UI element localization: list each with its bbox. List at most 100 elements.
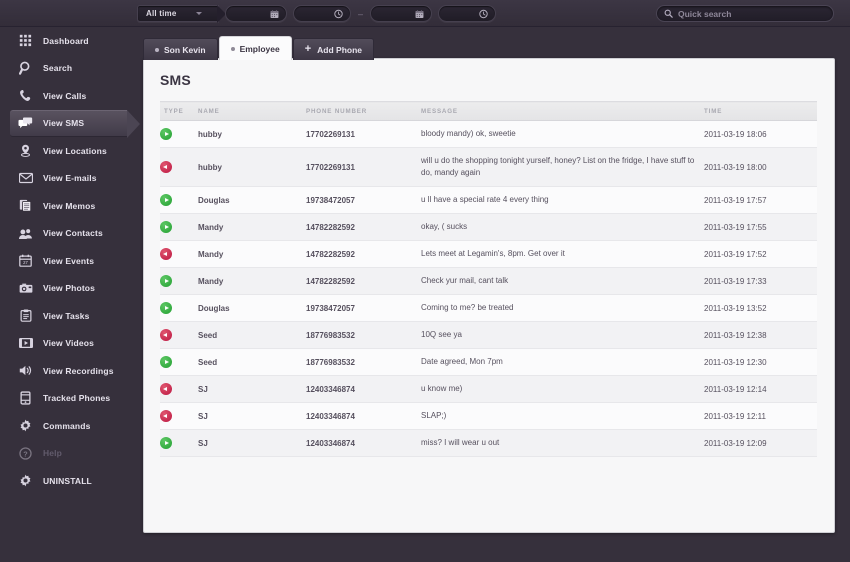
table-row[interactable]: hubby 17702269131 bloody mandy) ok, sweeti… — [160, 120, 817, 148]
time-from-input[interactable] — [293, 5, 351, 22]
cell-phone: 14782282592 — [306, 240, 421, 268]
cell-phone: 14782282592 — [306, 213, 421, 241]
people-icon — [18, 226, 33, 241]
cell-type — [160, 240, 198, 268]
sidebar-item-view-photos[interactable]: View Photos — [0, 275, 137, 303]
cell-type — [160, 402, 198, 430]
table-row[interactable]: Mandy 14782282592 Lets meet at Legamin's, … — [160, 240, 817, 268]
arrow-incoming-icon — [160, 302, 172, 314]
cell-type — [160, 147, 198, 187]
column-header-time[interactable]: TIME — [704, 101, 817, 121]
cell-name: Douglas — [198, 186, 306, 214]
quick-search-box[interactable]: Quick search — [656, 5, 834, 22]
sidebar-item-view-videos[interactable]: View Videos — [0, 330, 137, 358]
period-select-label: All time — [146, 9, 177, 18]
sidebar-item-label: Commands — [43, 420, 91, 431]
device-status-dot — [230, 46, 235, 51]
table-row[interactable]: SJ 12403346874 SLAP;) 2011-03-19 12:11 — [160, 402, 817, 430]
clock-icon — [479, 9, 488, 18]
sidebar-item-label: View SMS — [43, 118, 85, 129]
sidebar-item-view-locations[interactable]: View Locations — [0, 137, 137, 165]
page-title: SMS — [160, 72, 191, 88]
sidebar-item-label: Tracked Phones — [43, 393, 111, 404]
time-to-input[interactable] — [438, 5, 497, 22]
sidebar-item-tracked-phones[interactable]: Tracked Phones — [0, 385, 137, 413]
sidebar-item-view-calls[interactable]: View Calls — [0, 82, 137, 110]
sidebar-item-label: Help — [43, 448, 63, 459]
sidebar-item-label: Search — [43, 63, 73, 74]
sidebar-item-view-recordings[interactable]: View Recordings — [0, 357, 137, 385]
sidebar-item-view-contacts[interactable]: View Contacts — [0, 220, 137, 248]
cell-message: Coming to me? be treated — [421, 294, 704, 322]
sidebar-item-label: View E-mails — [43, 173, 97, 184]
arrow-outgoing-icon — [160, 383, 172, 395]
cell-time: 2011-03-19 12:11 — [704, 402, 817, 430]
table-row[interactable]: SJ 12403346874 miss? I will wear u out 2011… — [160, 429, 817, 457]
clipboard-icon — [18, 308, 33, 323]
cell-time: 2011-03-19 17:57 — [704, 186, 817, 214]
tab-add-phone[interactable]: + Add Phone — [292, 38, 375, 60]
film-icon — [18, 336, 33, 351]
arrow-outgoing-icon — [160, 410, 172, 422]
cell-time: 2011-03-19 12:30 — [704, 348, 817, 376]
sidebar-item-label: UNINSTALL — [43, 475, 92, 486]
sidebar-item-dashboard[interactable]: Dashboard — [0, 27, 137, 55]
tab-son-kevin[interactable]: Son Kevin — [143, 38, 218, 60]
plus-icon: + — [304, 43, 312, 55]
sidebar-item-help[interactable]: ? Help — [0, 440, 137, 468]
sidebar-item-view-events[interactable]: 27 View Events — [0, 247, 137, 275]
arrow-incoming-icon — [160, 128, 172, 140]
map-pin-icon — [18, 143, 33, 158]
speaker-icon — [18, 363, 33, 378]
quick-search-placeholder: Quick search — [678, 8, 732, 19]
chevron-down-icon — [196, 12, 202, 15]
date-to-input[interactable] — [370, 5, 433, 22]
cell-type — [160, 375, 198, 403]
cell-phone: 12403346874 — [306, 429, 421, 457]
cell-type — [160, 120, 198, 148]
sidebar-item-view-tasks[interactable]: View Tasks — [0, 302, 137, 330]
column-header-message[interactable]: MESSAGE — [421, 101, 704, 121]
arrow-incoming-icon — [160, 194, 172, 206]
cell-name: Seed — [198, 321, 306, 349]
cell-type — [160, 429, 198, 457]
date-from-input[interactable] — [225, 5, 287, 22]
cell-name: SJ — [198, 375, 306, 403]
sms-table-header: TYPE NAME PHONE NUMBER MESSAGE TIME — [160, 101, 817, 121]
sidebar-item-label: View Memos — [43, 200, 96, 211]
cell-phone: 19738472057 — [306, 186, 421, 214]
cell-phone: 12403346874 — [306, 375, 421, 403]
tab-employee[interactable]: Employee — [218, 36, 292, 60]
table-row[interactable]: Seed 18776983532 10Q see ya 2011-03-19 12:3… — [160, 321, 817, 349]
cell-time: 2011-03-19 12:09 — [704, 429, 817, 457]
column-header-phone[interactable]: PHONE NUMBER — [306, 101, 421, 121]
table-row[interactable]: Mandy 14782282592 okay, ( sucks 2011-03-19 … — [160, 213, 817, 241]
column-header-name[interactable]: NAME — [198, 101, 306, 121]
table-row[interactable]: Seed 18776983532 Date agreed, Mon 7pm 2011-… — [160, 348, 817, 376]
arrow-incoming-icon — [160, 221, 172, 233]
period-select[interactable]: All time — [137, 5, 226, 23]
sidebar-item-view-sms[interactable]: View SMS — [10, 109, 140, 137]
cell-message: will u do the shopping tonight yurself, … — [421, 147, 704, 187]
cell-message: bloody mandy) ok, sweetie — [421, 120, 704, 148]
search-icon — [664, 9, 673, 18]
table-row[interactable]: hubby 17702269131 will u do the shopping t… — [160, 147, 817, 187]
sidebar-item-commands[interactable]: Commands — [0, 412, 137, 440]
table-row[interactable]: Douglas 19738472057 Coming to me? be treat… — [160, 294, 817, 322]
column-header-type[interactable]: TYPE — [160, 101, 198, 121]
sidebar-item-view-memos[interactable]: View Memos — [0, 192, 137, 220]
cell-name: Seed — [198, 348, 306, 376]
arrow-outgoing-icon — [160, 248, 172, 260]
cell-message: okay, ( sucks — [421, 213, 704, 241]
sidebar-item-uninstall[interactable]: UNINSTALL — [0, 467, 137, 495]
table-row[interactable]: Douglas 19738472057 u ll have a special ra… — [160, 186, 817, 214]
sidebar-item-view-e-mails[interactable]: View E-mails — [0, 165, 137, 193]
table-row[interactable]: SJ 12403346874 u know me) 2011-03-19 12:14 — [160, 375, 817, 403]
cell-type — [160, 321, 198, 349]
sidebar-item-search[interactable]: Search — [0, 55, 137, 83]
tab-label: Add Phone — [317, 44, 363, 55]
cell-message: u know me) — [421, 375, 704, 403]
sidebar: Dashboard Search View Calls View SMS View Lo… — [0, 27, 140, 562]
arrow-incoming-icon — [160, 275, 172, 287]
table-row[interactable]: Mandy 14782282592 Check yur mail, cant tal… — [160, 267, 817, 295]
